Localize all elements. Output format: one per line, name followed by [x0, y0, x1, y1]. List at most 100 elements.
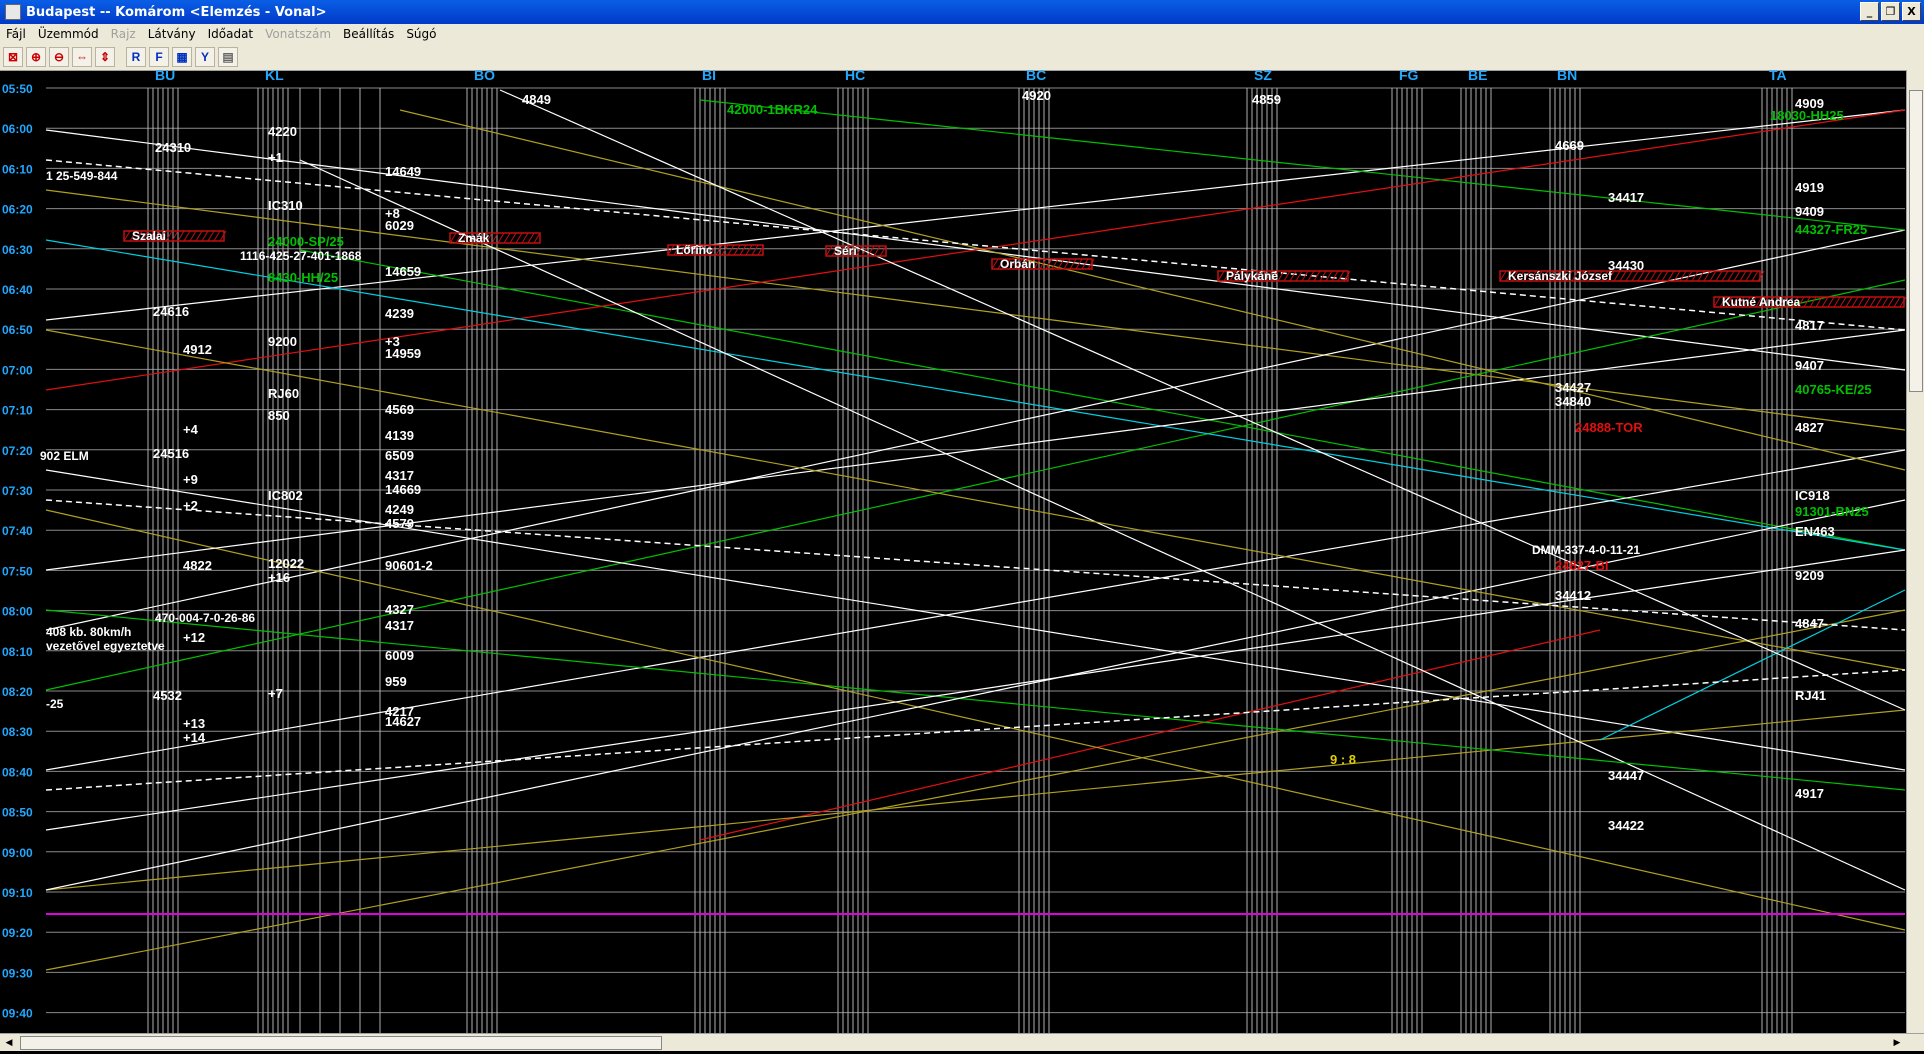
- zoom-vertical-icon[interactable]: ⇕: [95, 47, 115, 67]
- menu-vonatszam[interactable]: Vonatszám: [259, 27, 337, 41]
- note-label: Lőrinc: [676, 243, 713, 257]
- train-number-label: 4249: [385, 502, 414, 517]
- time-label: 09:20: [2, 926, 33, 940]
- note-hatch: [1283, 270, 1291, 282]
- menu-bar: Fájl Üzemmód Rajz Látvány Időadat Vonats…: [0, 24, 1924, 44]
- train-path-line[interactable]: [45, 609, 1906, 971]
- note-hatch: [1757, 270, 1765, 282]
- note-hatch: [727, 244, 735, 256]
- train-path-line[interactable]: [45, 609, 1906, 791]
- note-hatch: [715, 244, 723, 256]
- train-path-line[interactable]: [45, 469, 1906, 771]
- train-path-line[interactable]: [45, 239, 1906, 551]
- note-hatch: [1295, 270, 1303, 282]
- station-label-bi: BI: [702, 70, 716, 83]
- properties-icon[interactable]: ▤: [218, 47, 238, 67]
- time-label: 07:00: [2, 363, 33, 377]
- train-path-line[interactable]: [45, 329, 1906, 671]
- note-hatch: [1845, 296, 1853, 308]
- train-number-label: 4579: [385, 516, 414, 531]
- note-hatch: [825, 245, 833, 257]
- train-number-label: 9 : 8: [1330, 752, 1356, 767]
- menu-uzemmod[interactable]: Üzemmód: [32, 27, 105, 41]
- zoom-in-icon[interactable]: ⊕: [26, 47, 46, 67]
- note-hatch: [1745, 270, 1753, 282]
- menu-beallitas[interactable]: Beállítás: [337, 27, 400, 41]
- note-hatch: [1325, 270, 1333, 282]
- note-label: 902 ELM: [40, 449, 89, 463]
- note-label: 408 kb. 80km/h: [46, 625, 131, 639]
- menu-sugo[interactable]: Súgó: [400, 27, 442, 41]
- close-button[interactable]: X: [1902, 2, 1921, 21]
- train-number-label: 4139: [385, 428, 414, 443]
- note-hatch: [165, 230, 173, 242]
- time-label: 08:30: [2, 725, 33, 739]
- note-hatch: [123, 230, 131, 242]
- train-path-line[interactable]: [45, 189, 1906, 431]
- time-label: 08:00: [2, 605, 33, 619]
- train-number-label: 4220: [268, 124, 297, 139]
- r-icon[interactable]: R: [126, 47, 146, 67]
- scroll-right-icon[interactable]: ▶: [1890, 1036, 1904, 1048]
- timetable-graph[interactable]: 05:50 06:00 06:10 06:20 06:30 06:40 06:50 07:00…: [0, 70, 1924, 1033]
- train-number-label: 4920: [1022, 88, 1051, 103]
- vertical-scrollbar[interactable]: [1906, 70, 1924, 1033]
- zoom-reset-icon[interactable]: ⊠: [3, 47, 23, 67]
- menu-fajl[interactable]: Fájl: [0, 27, 32, 41]
- vertical-scroll-thumb[interactable]: [1909, 90, 1923, 392]
- train-number-label: 34840: [1555, 394, 1591, 409]
- note-hatch: [1217, 270, 1225, 282]
- train-number-label: 14649: [385, 164, 421, 179]
- note-hatch: [1727, 270, 1735, 282]
- note-hatch: [1715, 270, 1723, 282]
- scroll-left-icon[interactable]: ◀: [2, 1036, 16, 1048]
- train-path-line[interactable]: [299, 249, 1906, 551]
- train-path-line[interactable]: [45, 709, 1906, 891]
- train-path-line[interactable]: [299, 159, 1906, 891]
- note-hatch: [1869, 296, 1877, 308]
- train-number-label: 6509: [385, 448, 414, 463]
- note-hatch: [1709, 270, 1717, 282]
- train-path-line[interactable]: [45, 549, 1906, 831]
- horizontal-scrollbar[interactable]: ◀ ▶: [0, 1033, 1924, 1051]
- train-number-label: 4827: [1795, 420, 1824, 435]
- train-path-line[interactable]: [45, 509, 1906, 931]
- zoom-out-icon[interactable]: ⊖: [49, 47, 69, 67]
- note-hatch: [1809, 296, 1817, 308]
- train-path-line[interactable]: [699, 99, 1906, 231]
- y-filter-icon[interactable]: Y: [195, 47, 215, 67]
- train-number-label: 9200: [268, 334, 297, 349]
- time-label: 08:40: [2, 765, 33, 779]
- zoom-horizontal-icon[interactable]: ⇔: [72, 47, 92, 67]
- train-number-label: IC918: [1795, 488, 1830, 503]
- horizontal-scroll-thumb[interactable]: [20, 1036, 662, 1050]
- train-number-label: +14: [183, 730, 206, 745]
- f-icon[interactable]: F: [149, 47, 169, 67]
- train-number-label: 24000-SP/25: [268, 234, 344, 249]
- note-hatch: [1827, 296, 1835, 308]
- note-hatch: [1881, 296, 1889, 308]
- menu-latvany[interactable]: Látvány: [142, 27, 202, 41]
- train-number-label: 4317: [385, 468, 414, 483]
- train-number-label: 4532: [153, 688, 182, 703]
- note-label: Orbán: [1000, 257, 1035, 271]
- train-number-label: 34427: [1555, 380, 1591, 395]
- train-path-line[interactable]: [699, 629, 1601, 841]
- note-hatch: [1893, 296, 1901, 308]
- app-icon: [5, 4, 21, 20]
- note-hatch: [1713, 296, 1721, 308]
- grid-icon[interactable]: ▦: [172, 47, 192, 67]
- menu-idoadat[interactable]: Időadat: [202, 27, 260, 41]
- train-number-label: 24516: [153, 446, 189, 461]
- station-label-bn: BN: [1557, 70, 1577, 83]
- train-path-line[interactable]: [399, 109, 1906, 471]
- menu-rajz[interactable]: Rajz: [105, 27, 142, 41]
- station-label-hc: HC: [845, 70, 865, 83]
- train-number-label: +9: [183, 472, 198, 487]
- restore-button[interactable]: ❐: [1881, 2, 1900, 21]
- note-hatch: [521, 232, 529, 244]
- train-path-line[interactable]: [45, 279, 1906, 691]
- train-path-line[interactable]: [499, 89, 1906, 711]
- time-label: 06:10: [2, 162, 33, 176]
- minimize-button[interactable]: _: [1860, 2, 1879, 21]
